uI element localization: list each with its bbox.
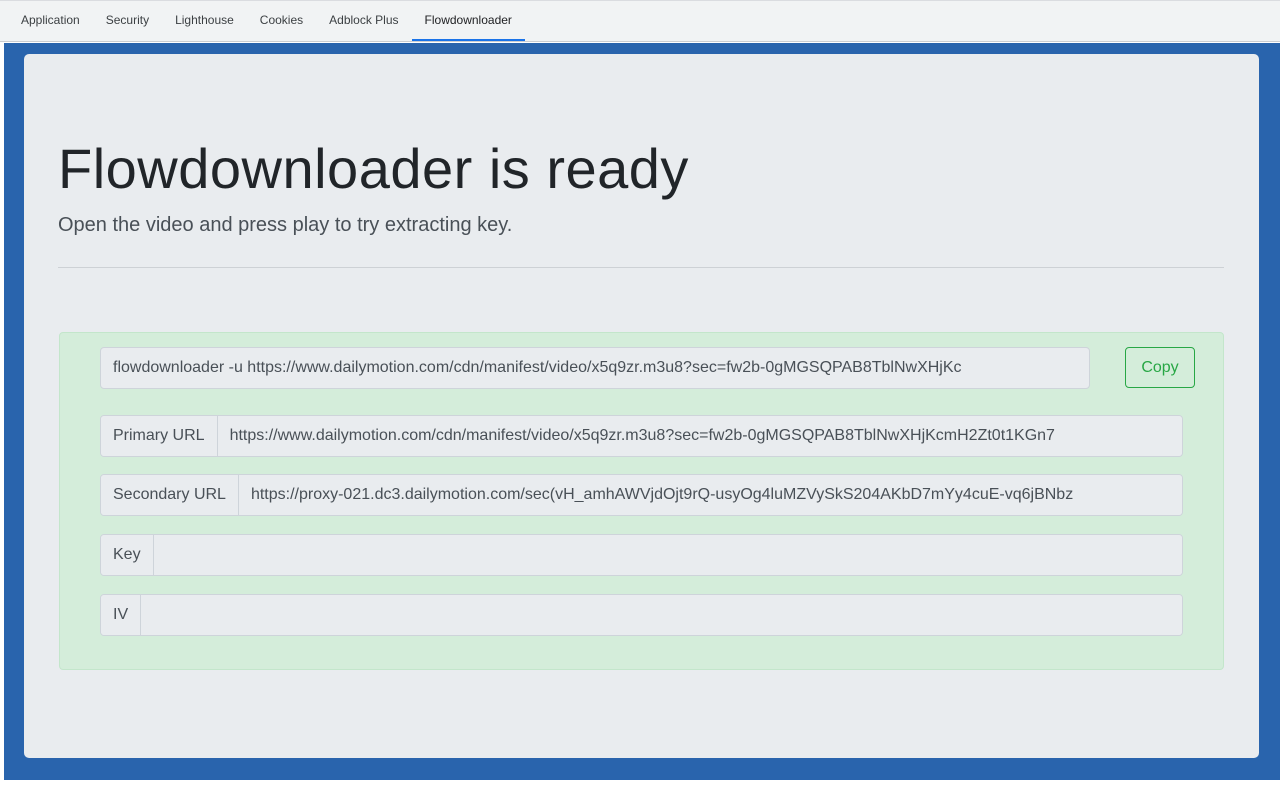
tab-application[interactable]: Application: [8, 1, 93, 41]
command-row: flowdownloader -u https://www.dailymotio…: [100, 347, 1195, 389]
tab-lighthouse[interactable]: Lighthouse: [162, 1, 247, 41]
key-input[interactable]: [153, 535, 1182, 575]
key-row: Key: [100, 534, 1183, 576]
extension-frame: Flowdownloader is ready Open the video a…: [4, 43, 1280, 780]
divider: [58, 267, 1224, 268]
primary-url-label: Primary URL: [101, 416, 218, 456]
key-label: Key: [101, 535, 154, 575]
primary-url-row: Primary URL https://www.dailymotion.com/…: [100, 415, 1183, 457]
page-title: Flowdownloader is ready: [58, 137, 689, 200]
tab-flowdownloader[interactable]: Flowdownloader: [411, 1, 525, 41]
devtools-tab-bar: Application Security Lighthouse Cookies …: [0, 0, 1280, 42]
tab-adblock-plus[interactable]: Adblock Plus: [316, 1, 411, 41]
key-group: Key: [100, 534, 1183, 576]
primary-url-group: Primary URL https://www.dailymotion.com/…: [100, 415, 1183, 457]
jumbotron-panel: Flowdownloader is ready Open the video a…: [24, 54, 1259, 758]
iv-row: IV: [100, 594, 1183, 636]
copy-button[interactable]: Copy: [1125, 347, 1195, 388]
page-subtitle: Open the video and press play to try ext…: [58, 214, 513, 236]
primary-url-input[interactable]: https://www.dailymotion.com/cdn/manifest…: [217, 416, 1182, 456]
iv-group: IV: [100, 594, 1183, 636]
tab-security[interactable]: Security: [93, 1, 162, 41]
iv-input[interactable]: [141, 595, 1182, 635]
secondary-url-group: Secondary URL https://proxy-021.dc3.dail…: [100, 474, 1183, 516]
secondary-url-input[interactable]: https://proxy-021.dc3.dailymotion.com/se…: [238, 475, 1182, 515]
command-input[interactable]: flowdownloader -u https://www.dailymotio…: [100, 347, 1090, 389]
result-alert: flowdownloader -u https://www.dailymotio…: [59, 332, 1224, 670]
secondary-url-label: Secondary URL: [101, 475, 239, 515]
iv-label: IV: [101, 595, 142, 635]
tab-cookies[interactable]: Cookies: [247, 1, 316, 41]
secondary-url-row: Secondary URL https://proxy-021.dc3.dail…: [100, 474, 1183, 516]
